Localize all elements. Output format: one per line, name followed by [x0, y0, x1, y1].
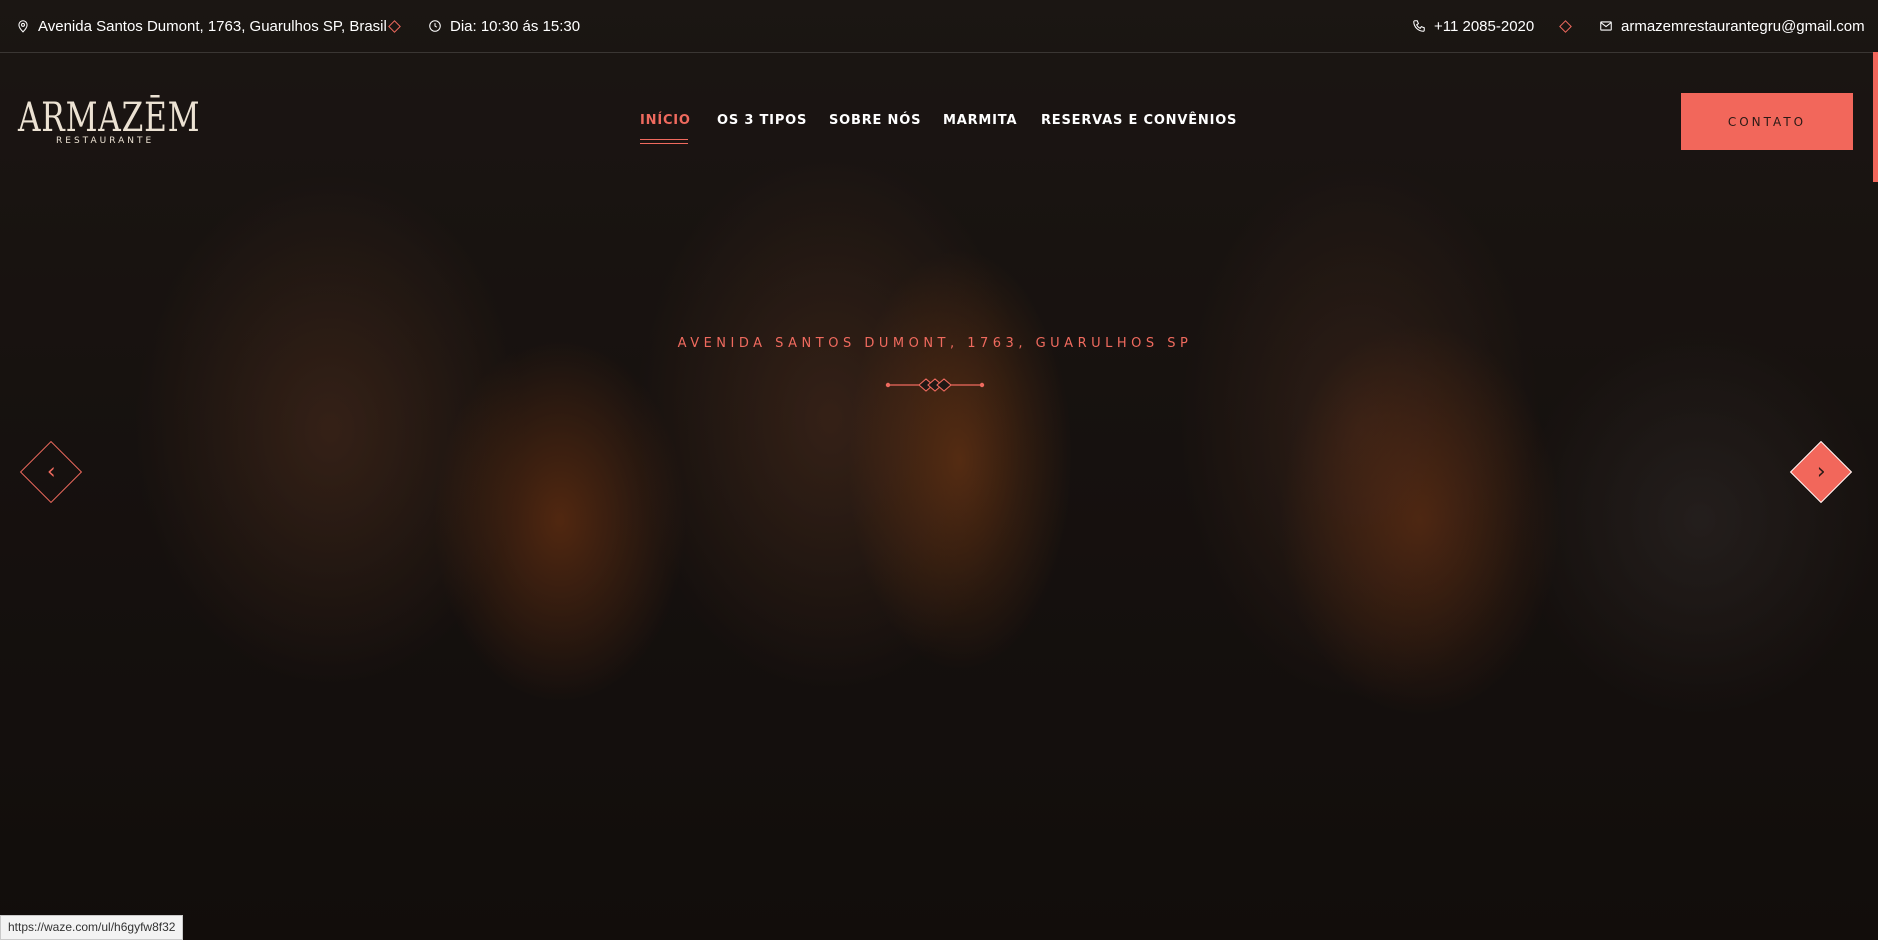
address-text: Avenida Santos Dumont, 1763, Guarulhos S…	[38, 17, 387, 35]
diamond-separator	[1559, 20, 1572, 33]
scroll-accent	[1873, 52, 1878, 182]
diamond-separator	[388, 20, 401, 33]
logo-name: ARMAZĒM	[18, 95, 201, 141]
email-text: armazemrestaurantegru@gmail.com	[1621, 17, 1865, 35]
chevron-right-icon: ›	[1816, 459, 1826, 484]
top-bar: Avenida Santos Dumont, 1763, Guarulhos S…	[0, 0, 1878, 53]
nav-reservas-e-convenios[interactable]: RESERVAS E CONVÊNIOS	[1041, 113, 1237, 128]
nav-os-3-tipos[interactable]: OS 3 TIPOS	[717, 113, 807, 128]
phone-link[interactable]: +11 2085-2020	[1412, 0, 1534, 52]
logo-subtitle: RESTAURANTE	[56, 136, 155, 146]
phone-text: +11 2085-2020	[1434, 17, 1535, 35]
clock-icon	[429, 20, 441, 32]
phone-icon	[1413, 20, 1425, 32]
hero-background	[0, 0, 1878, 940]
hero-subtitle: AVENIDA SANTOS DUMONT, 1763, GUARULHOS S…	[677, 336, 1193, 351]
email-link[interactable]: armazemrestaurantegru@gmail.com	[1599, 0, 1865, 52]
address-link[interactable]: Avenida Santos Dumont, 1763, Guarulhos S…	[16, 0, 387, 52]
map-pin-icon	[18, 20, 28, 33]
nav-inicio[interactable]: INÍCIO	[640, 113, 691, 128]
nav-sobre-nos[interactable]: SOBRE NÓS	[829, 113, 921, 128]
hours-text: Dia: 10:30 ás 15:30	[450, 17, 581, 35]
nav-active-underline	[640, 139, 688, 144]
mail-icon	[1600, 21, 1612, 31]
hours-info: Dia: 10:30 ás 15:30	[428, 0, 580, 52]
browser-status-url: https://waze.com/ul/h6gyfw8f32	[0, 915, 184, 940]
chevron-left-icon: ‹	[46, 459, 56, 484]
logo[interactable]: ARMAZĒM RESTAURANTE	[18, 92, 200, 154]
contact-button[interactable]: CONTATO	[1681, 93, 1853, 150]
nav-marmita[interactable]: MARMITA	[943, 113, 1017, 128]
ornament-divider	[885, 377, 985, 393]
